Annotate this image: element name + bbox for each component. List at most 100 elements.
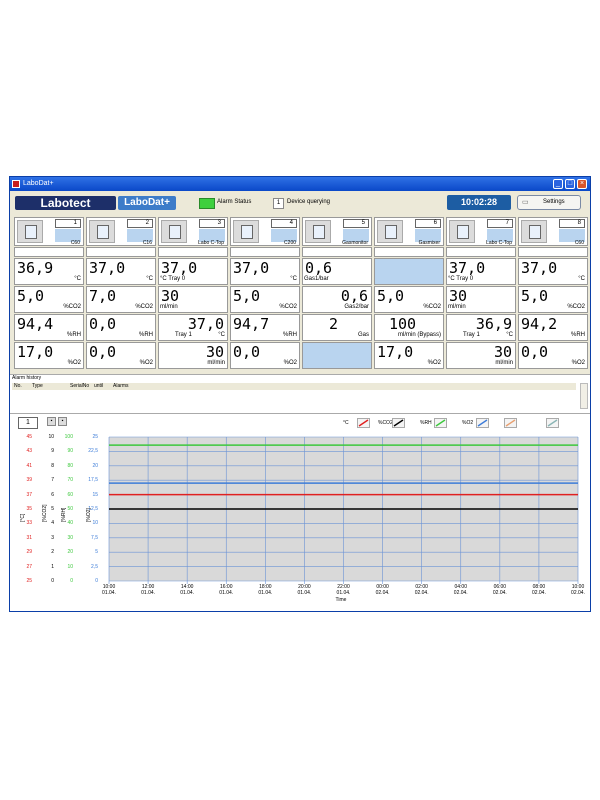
reading-cell: 0,6 Gas2/bar	[302, 286, 372, 313]
device-number: 6	[415, 219, 441, 228]
x-tick-label: 20:00 01.04.	[297, 584, 312, 596]
device-header[interactable]: 8 C60	[518, 217, 588, 246]
reading-unit: Gas	[357, 332, 369, 338]
device-number: 5	[343, 219, 369, 228]
device-status-bar	[14, 247, 84, 257]
maximize-button[interactable]: □	[565, 179, 575, 189]
settings-button[interactable]: ▭ Settings	[517, 195, 581, 210]
reading-value: 37,0	[449, 259, 486, 277]
device-column-5[interactable]: 5 Gasmonitor 0,6 Gas1/bar 0,6 Gas2/bar 2 Gas	[302, 217, 372, 369]
reading-value: 37,0	[187, 315, 224, 333]
device-column-3[interactable]: 3 Labo C-Top 37,0 °C Tray 0 30 ml/min 37,0 °C Tr…	[158, 217, 228, 369]
reading-cell: 5,0 %CO2	[374, 286, 444, 313]
chart-plot	[108, 436, 579, 584]
device-name: C16	[142, 240, 152, 246]
device-querying-label: Device querying	[287, 199, 331, 205]
x-tick-label: 08:00 02.04.	[531, 584, 546, 596]
device-header[interactable]: 2 C16	[86, 217, 156, 246]
reading-unit: %O2	[427, 360, 441, 366]
col-type[interactable]: Type	[32, 383, 43, 390]
reading-value: 0,6	[340, 287, 368, 305]
device-status-bar	[446, 247, 516, 257]
device-column-7[interactable]: 7 Labo C-Top 37,0 °C Tray 0 30 ml/min 36,9 °C Tr…	[446, 217, 516, 369]
minimize-button[interactable]: _	[553, 179, 563, 189]
reading-value: 94,4	[17, 315, 54, 333]
device-header[interactable]: 5 Gasmonitor	[302, 217, 372, 246]
alarm-history-scrollbar[interactable]	[580, 383, 588, 409]
reading-sublabel: Gas1/bar	[304, 276, 329, 282]
alarm-status-indicator	[199, 198, 215, 209]
x-tick-label: 02:00 02.04.	[414, 584, 429, 596]
col-no[interactable]: No.	[14, 383, 22, 390]
reading-sublabel: ml/min	[448, 304, 466, 310]
reading-cell: 37,0 °C	[230, 258, 300, 285]
close-button[interactable]: ×	[577, 179, 587, 189]
reading-unit: %CO2	[135, 304, 153, 310]
reading-cell: 5,0 %CO2	[230, 286, 300, 313]
reading-unit: %O2	[571, 360, 585, 366]
reading-value: 0,0	[89, 343, 117, 361]
title-bar: LaboDat+ _ □ ×	[10, 177, 590, 191]
reading-cell: 37,0 °C Tray 0	[158, 258, 228, 285]
chart-panel: 1 ▪ ▪ °C %CO2 %RH %O2 45 43 41 39 37 35 33 31 29 27 2…	[10, 414, 590, 611]
reading-unit: %RH	[66, 332, 81, 338]
reading-unit: %CO2	[63, 304, 81, 310]
incubator-icon	[233, 220, 259, 243]
device-status-bar	[374, 247, 444, 257]
device-status-bar	[302, 247, 372, 257]
reading-unit: Gas2/bar	[344, 304, 369, 310]
x-tick-label: 10:00 02.04.	[571, 584, 585, 596]
col-alarms[interactable]: Alarms	[113, 383, 129, 390]
reading-unit: °C	[218, 332, 225, 338]
device-header[interactable]: 1 C60	[14, 217, 84, 246]
reading-cell: 37,0 °C Tray 0	[446, 258, 516, 285]
col-until[interactable]: until	[94, 383, 103, 390]
device-column-1[interactable]: 1 C60 36,9 °C 5,0 %CO2 94,4 %RH 17,0 %O2	[14, 217, 84, 369]
reading-unit: °C	[506, 332, 513, 338]
reading-value: 94,2	[521, 315, 558, 333]
device-column-4[interactable]: 4 C200 37,0 °C 5,0 %CO2 94,7 %RH 0,0 %O2	[230, 217, 300, 369]
device-header[interactable]: 6 Gasmixer	[374, 217, 444, 246]
reading-cell: 0,0 %RH	[86, 314, 156, 341]
reading-value: 36,9	[17, 259, 54, 277]
labodat-logo: LaboDat+	[118, 196, 176, 210]
device-status-bar	[518, 247, 588, 257]
alarm-status-label: Alarm Status	[217, 199, 252, 205]
incubator-icon	[89, 220, 115, 243]
reading-cell: 100 ml/min (Bypass)	[374, 314, 444, 341]
reading-cell: 0,0 %O2	[230, 342, 300, 369]
reading-cell: 94,2 %RH	[518, 314, 588, 341]
reading-unit: %O2	[139, 360, 153, 366]
reading-value: 17,0	[17, 343, 54, 361]
reading-cell: 30 ml/min	[158, 342, 228, 369]
reading-cell: 2 Gas	[302, 314, 372, 341]
reading-value: 5,0	[233, 287, 261, 305]
toolbar: Labotect LaboDat+ Alarm Status 1 Device …	[10, 191, 590, 217]
reading-unit: °C	[74, 276, 81, 282]
reading-value: 2	[329, 315, 339, 333]
device-column-6[interactable]: 6 Gasmixer 5,0 %CO2 100 ml/min (Bypass) 17,0 %O…	[374, 217, 444, 369]
reading-unit: %RH	[282, 332, 297, 338]
reading-unit: °C	[578, 276, 585, 282]
device-number: 8	[559, 219, 585, 228]
reading-unit: %O2	[283, 360, 297, 366]
reading-value: 5,0	[377, 287, 405, 305]
settings-label: Settings	[543, 199, 565, 205]
device-column-2[interactable]: 2 C16 37,0 °C 7,0 %CO2 0,0 %RH 0,0 %O2	[86, 217, 156, 369]
x-tick-label: 00:00 02.04.	[375, 584, 390, 596]
device-name: Gasmonitor	[342, 240, 368, 246]
device-name: Labo C-Top	[198, 240, 224, 246]
reading-value: 37,0	[521, 259, 558, 277]
reading-sublabel: °C Tray 0	[160, 276, 186, 282]
col-serialno[interactable]: SerialNo	[70, 383, 89, 390]
incubator-icon	[17, 220, 43, 243]
reading-cell: 36,9 °C	[14, 258, 84, 285]
device-column-8[interactable]: 8 C60 37,0 °C 5,0 %CO2 94,2 %RH 0,0 %O2	[518, 217, 588, 369]
device-header[interactable]: 4 C200	[230, 217, 300, 246]
incubator-icon	[161, 220, 187, 243]
reading-sublabel: ml/min	[160, 304, 178, 310]
device-header[interactable]: 3 Labo C-Top	[158, 217, 228, 246]
device-header[interactable]: 7 Labo C-Top	[446, 217, 516, 246]
alarm-history-panel: Alarm history No. Type SerialNo until Al…	[10, 374, 590, 414]
reading-value: 17,0	[377, 343, 414, 361]
